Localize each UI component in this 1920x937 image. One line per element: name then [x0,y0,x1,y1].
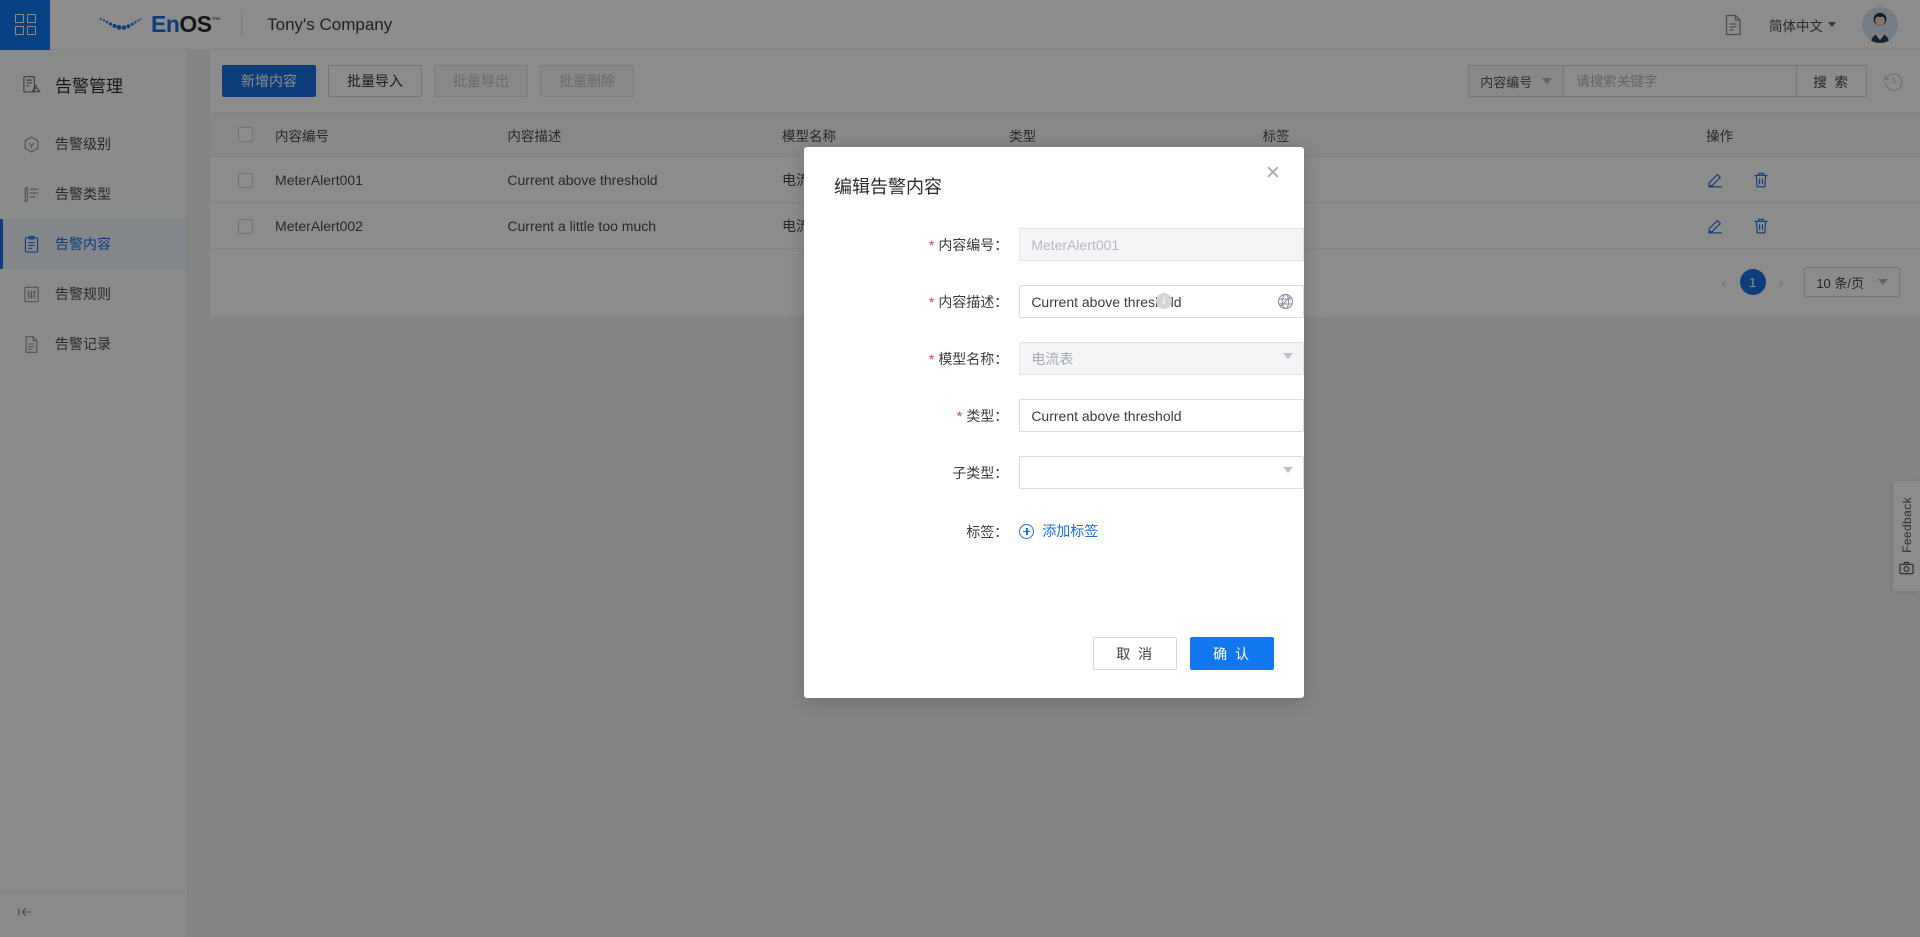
required-marker: * [929,294,934,310]
required-marker: * [929,351,934,367]
form-row-model: *模型名称： 电流表 [804,342,1304,375]
label-type-text: 类型： [966,408,1008,424]
label-code: *内容编号： [804,235,1019,255]
required-marker: * [929,237,934,253]
subtype-select[interactable] [1019,456,1304,489]
modal-header: 编辑告警内容 ✕ [804,147,1304,199]
modal-footer: 取 消 确 认 [804,637,1304,698]
label-description: *内容描述： [804,292,1019,312]
form-row-type: *类型： [804,399,1304,432]
chevron-down-icon [1283,353,1293,359]
label-tag: 标签： [804,522,1019,542]
control-type [1019,399,1304,432]
form-row-subtype: 子类型： [804,456,1304,489]
cancel-button[interactable]: 取 消 [1093,637,1177,670]
add-tag-label: 添加标签 [1042,521,1098,541]
label-description-text: 内容描述： [938,294,1008,310]
translate-globe-icon[interactable] [1276,292,1295,311]
plus-circle-icon [1019,524,1034,539]
info-icon[interactable]: i [1156,293,1172,309]
confirm-button[interactable]: 确 认 [1190,637,1274,670]
modal-body: *内容编号： *内容描述： [804,199,1304,544]
edit-alert-content-modal: 编辑告警内容 ✕ *内容编号： *内容描述： [804,147,1304,698]
label-subtype: 子类型： [804,463,1019,483]
add-tag-button[interactable]: 添加标签 [1019,521,1098,541]
model-select-value: 电流表 [1031,349,1073,369]
label-model-text: 模型名称： [938,351,1008,367]
form-row-tag: 标签： 添加标签 [804,521,1304,544]
label-type: *类型： [804,406,1019,426]
control-subtype [1019,456,1304,489]
label-tag-text: 标签： [966,524,1008,540]
model-select: 电流表 [1019,342,1304,375]
modal-title: 编辑告警内容 [834,173,1304,199]
label-subtype-text: 子类型： [952,465,1008,481]
chevron-down-icon [1283,467,1293,473]
form-row-description: *内容描述： i [804,285,1304,318]
control-model: 电流表 [1019,342,1304,375]
form-row-code: *内容编号： [804,228,1304,261]
label-model: *模型名称： [804,349,1019,369]
control-tag: 添加标签 [1019,521,1304,544]
close-icon[interactable]: ✕ [1260,160,1286,186]
type-input[interactable] [1019,399,1304,432]
control-code [1019,228,1304,261]
label-code-text: 内容编号： [938,237,1008,253]
required-marker: * [957,408,962,424]
code-input[interactable] [1019,228,1304,261]
